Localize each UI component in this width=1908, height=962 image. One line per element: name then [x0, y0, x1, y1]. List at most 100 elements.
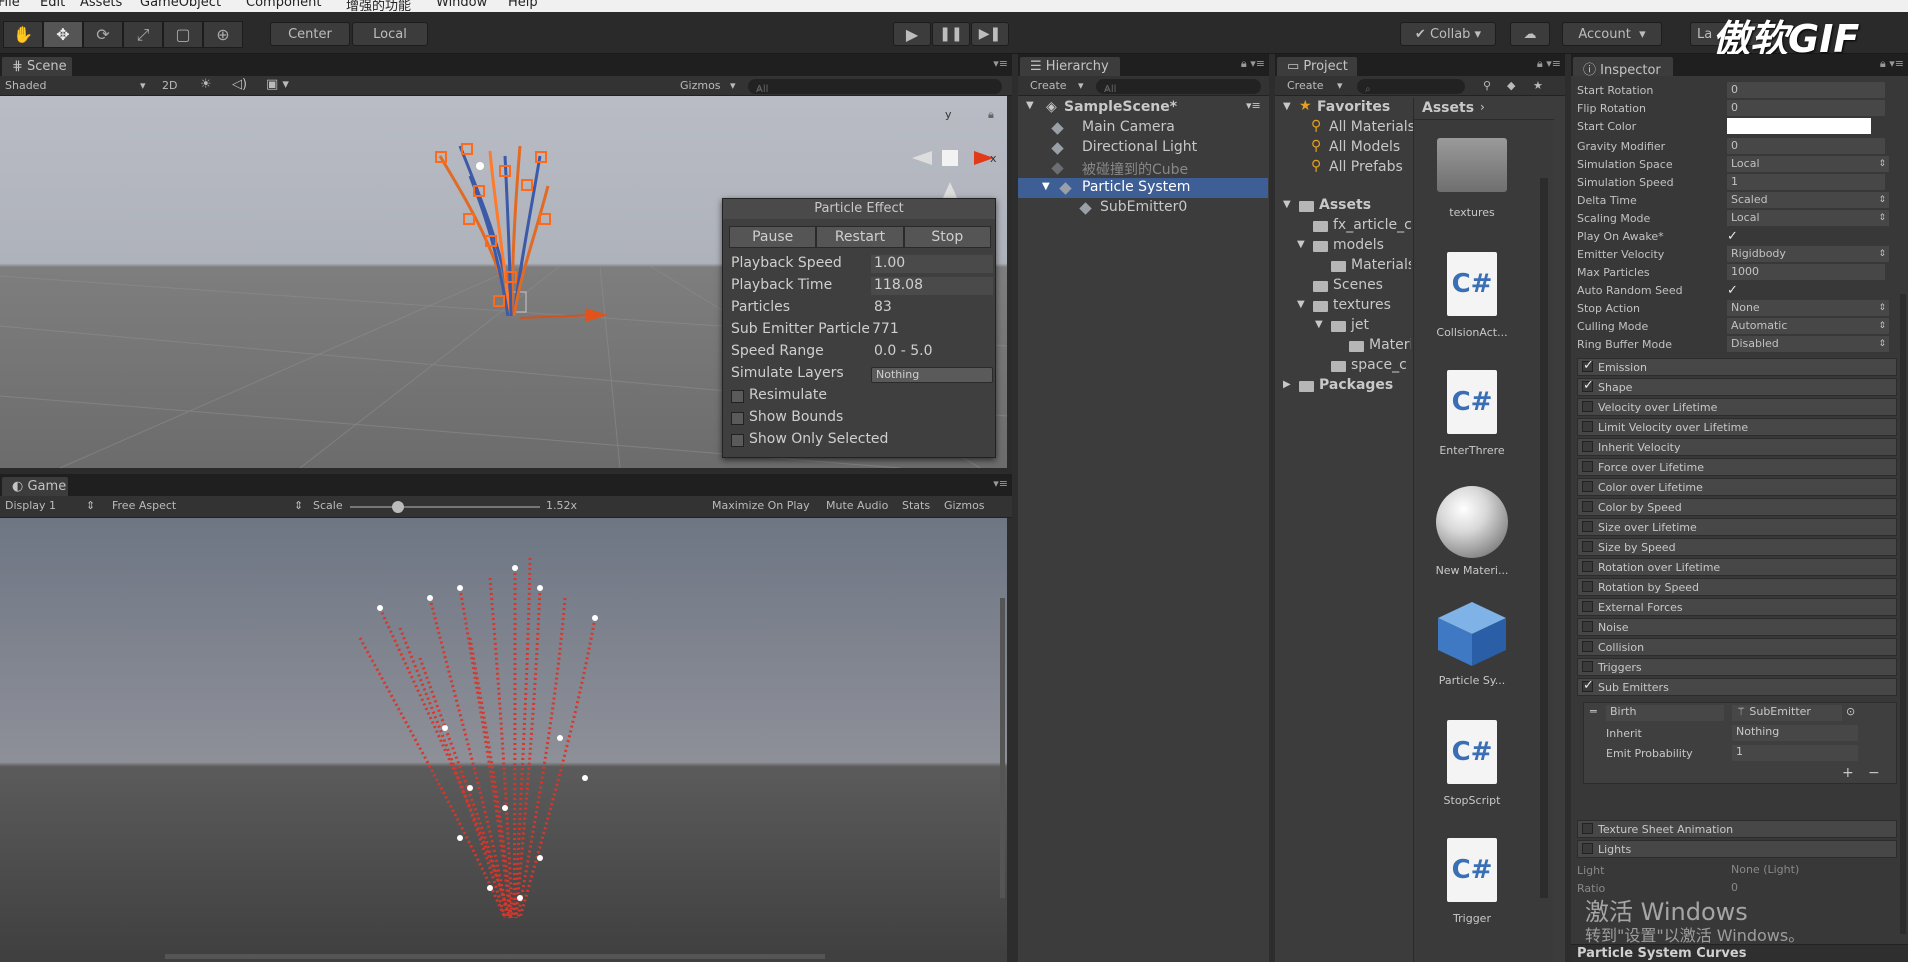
tab-project[interactable]: ▭ Project [1277, 57, 1357, 76]
expand-arrow-icon[interactable]: ▼ [1026, 100, 1034, 111]
scale-slider-track[interactable] [350, 506, 540, 508]
expand-arrow-icon[interactable]: ▼ [1283, 199, 1291, 210]
asset-textures-folder[interactable]: textures [1422, 138, 1522, 219]
game-panel-menu-icon[interactable]: ▾≡ [993, 477, 1008, 490]
asset-particle-prefab[interactable]: Particle Sy... [1422, 598, 1522, 687]
assets-tree-root[interactable]: ▼ Assets [1275, 196, 1411, 216]
ratio-field[interactable]: 0 [1727, 880, 1885, 896]
maximize-on-play-toggle[interactable]: Maximize On Play [712, 499, 810, 512]
tree-space[interactable]: space_c [1275, 356, 1411, 376]
account-dropdown[interactable]: Account ▾ [1562, 22, 1662, 46]
module-size-by-speed[interactable]: Size by Speed [1577, 538, 1897, 556]
asset-enterthrere-script[interactable]: C# EnterThrere [1422, 370, 1522, 457]
module-checkbox[interactable] [1582, 401, 1593, 412]
module-inherit-velocity[interactable]: Inherit Velocity [1577, 438, 1897, 456]
expand-arrow-icon[interactable]: ▼ [1283, 101, 1291, 112]
menu-edit[interactable]: Edit [40, 0, 65, 10]
filter-label-icon[interactable]: ◆ [1507, 79, 1515, 92]
scene-menu-icon[interactable]: ▾≡ [1246, 99, 1261, 112]
show-bounds-row[interactable]: Show Bounds [731, 409, 993, 429]
fav-all-models[interactable]: ⚲ All Models [1275, 138, 1411, 158]
hand-tool-icon[interactable]: ✋ [3, 21, 43, 48]
resimulate-row[interactable]: Resimulate [731, 387, 993, 407]
module-lights[interactable]: Lights [1577, 840, 1897, 858]
move-tool-icon[interactable]: ✥ [43, 21, 83, 48]
light-object-field[interactable]: None (Light) [1727, 862, 1885, 878]
start-color-swatch[interactable] [1727, 118, 1871, 134]
asset-stopscript[interactable]: C# StopScript [1422, 720, 1522, 807]
module-external-forces[interactable]: External Forces [1577, 598, 1897, 616]
module-checkbox[interactable] [1582, 501, 1593, 512]
module-emission[interactable]: Emission [1577, 358, 1897, 376]
sub-emitter-type-dropdown[interactable]: Birth [1606, 705, 1724, 721]
gizmos-dropdown[interactable]: Gizmos [680, 79, 721, 92]
project-lock-icon[interactable]: 🔒︎ ▾≡ [1537, 57, 1561, 71]
menu-assets[interactable]: Assets [80, 0, 122, 10]
inspector-scrollbar[interactable] [1900, 294, 1906, 934]
module-color-over-lifetime[interactable]: Color over Lifetime [1577, 478, 1897, 496]
playback-time-field[interactable]: 118.08 [871, 277, 993, 295]
module-checkbox[interactable] [1582, 561, 1593, 572]
drag-handle-icon[interactable]: ═ [1590, 705, 1597, 718]
module-checkbox[interactable] [1582, 481, 1593, 492]
row-dropdown[interactable]: Automatic [1727, 318, 1889, 334]
play-on-awake-checkbox[interactable]: ✓ [1727, 229, 1738, 244]
module-rotation-over-lifetime[interactable]: Rotation over Lifetime [1577, 558, 1897, 576]
add-sub-emitter-icon[interactable]: + [1842, 765, 1854, 781]
playback-speed-field[interactable]: 1.00 [871, 255, 993, 273]
expand-arrow-icon[interactable]: ▶ [1283, 379, 1291, 390]
scale-tool-icon[interactable]: ⤢ [123, 21, 163, 48]
filter-type-icon[interactable]: ⚲ [1483, 79, 1491, 92]
favorites-row[interactable]: ▼ ★ Favorites [1275, 98, 1411, 118]
row-value[interactable]: 1 [1727, 174, 1885, 190]
asset-grid-scrollbar[interactable] [1540, 178, 1548, 898]
show-only-selected-checkbox[interactable] [731, 434, 744, 447]
hierarchy-item-cube[interactable]: 被碰撞到的Cube [1018, 158, 1268, 178]
row-dropdown[interactable]: Disabled [1727, 336, 1889, 352]
tab-hierarchy[interactable]: ☰ Hierarchy [1020, 57, 1120, 76]
game-scrollbar-v[interactable] [1000, 598, 1005, 898]
expand-arrow-icon[interactable]: ▼ [1042, 181, 1050, 192]
row-dropdown[interactable]: None [1727, 300, 1889, 316]
row-dropdown[interactable]: Local [1727, 156, 1889, 172]
pivot-center-button[interactable]: Center [270, 22, 350, 46]
stats-toggle[interactable]: Stats [902, 499, 930, 512]
tab-inspector[interactable]: ⓘ Inspector [1573, 57, 1673, 78]
module-checkbox[interactable] [1582, 641, 1593, 652]
lighting-toggle-icon[interactable]: ☀ [200, 77, 212, 92]
module-sub-emitters[interactable]: Sub Emitters [1577, 678, 1897, 696]
game-viewport[interactable] [0, 518, 1007, 962]
module-checkbox[interactable] [1582, 441, 1593, 452]
tree-materials[interactable]: Materials [1275, 256, 1411, 276]
hierarchy-create-dropdown[interactable]: Create [1030, 79, 1067, 92]
tab-scene[interactable]: ⋕ Scene [2, 57, 72, 76]
scale-slider-thumb[interactable] [392, 501, 404, 513]
tree-scenes[interactable]: Scenes [1275, 276, 1411, 296]
pause-button[interactable]: ❚❚ [932, 22, 970, 46]
object-picker-icon[interactable]: ⊙ [1846, 705, 1855, 718]
asset-trigger-script[interactable]: C# Trigger [1422, 838, 1522, 925]
hierarchy-search-input[interactable]: ⌕ All [1096, 79, 1261, 95]
module-checkbox[interactable] [1582, 358, 1594, 373]
row-dropdown[interactable]: Local [1727, 210, 1889, 226]
inspector-lock-icon[interactable]: 🔒︎ ▾≡ [1880, 57, 1904, 71]
module-checkbox[interactable] [1582, 461, 1593, 472]
display-dropdown[interactable]: Display 1 [5, 499, 56, 512]
row-dropdown[interactable]: Scaled [1727, 192, 1889, 208]
hierarchy-lock-icon[interactable]: 🔒︎ ▾≡ [1241, 57, 1265, 71]
game-scrollbar-h[interactable] [165, 954, 825, 959]
tree-jet[interactable]: ▼ jet [1275, 316, 1411, 336]
show-only-selected-row[interactable]: Show Only Selected [731, 431, 993, 451]
stop-effect-button[interactable]: Stop [903, 226, 991, 248]
mute-audio-toggle[interactable]: Mute Audio [826, 499, 888, 512]
play-button[interactable]: ▶ [893, 22, 931, 46]
pivot-local-button[interactable]: Local [352, 22, 428, 46]
module-force-over-lifetime[interactable]: Force over Lifetime [1577, 458, 1897, 476]
tree-textures[interactable]: ▼ textures [1275, 296, 1411, 316]
module-noise[interactable]: Noise [1577, 618, 1897, 636]
module-checkbox[interactable] [1582, 378, 1594, 393]
module-limit-velocity-over-lifetime[interactable]: Limit Velocity over Lifetime [1577, 418, 1897, 436]
row-value[interactable]: 0 [1727, 100, 1885, 116]
effects-toggle-icon[interactable]: ▣ ▾ [266, 77, 289, 92]
menu-help[interactable]: Help [508, 0, 538, 10]
